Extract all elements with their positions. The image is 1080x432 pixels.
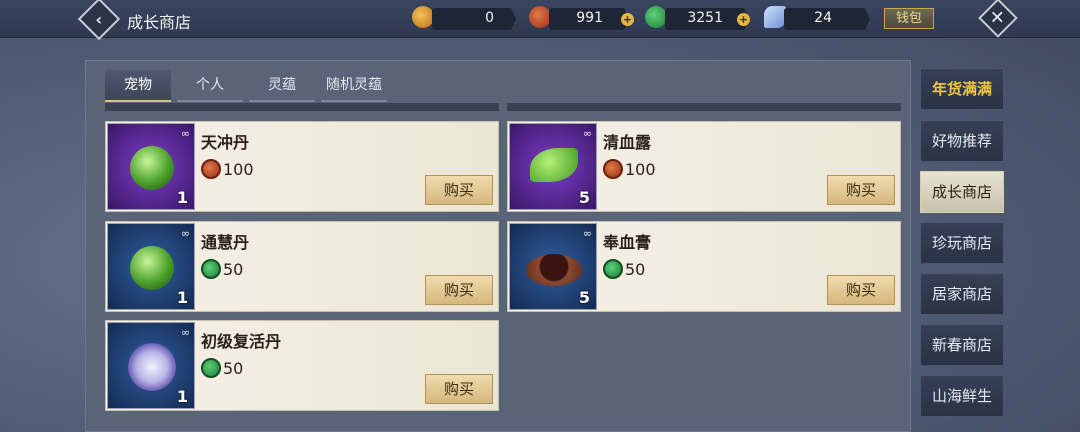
link-icon: ∞ [582,227,592,240]
sidebar-item-seafood[interactable]: 山海鲜生 [920,375,1004,417]
jade-coin-icon [603,259,623,279]
price-value: 100 [625,159,656,179]
item-name: 奉血膏 [603,233,652,252]
add-red-coin-button[interactable]: + [621,13,634,26]
sparkle-orb-icon [128,343,176,391]
tab-personal[interactable]: 个人 [177,70,243,102]
chevron-left-icon: ‹ [95,9,103,29]
add-jade-coin-button[interactable]: + [737,13,750,26]
top-bar: ‹ 成长商店 0 991 + 3251 + 24 钱包 ✕ [0,0,1080,41]
close-button[interactable]: ✕ [978,0,1018,38]
currency-crystal: 24 [784,8,870,30]
tab-lingyun[interactable]: 灵蕴 [249,70,315,102]
shop-item[interactable]: ∞ 5 奉血膏 50 购买 [507,221,901,312]
item-quantity: 1 [176,188,188,207]
shop-item[interactable]: ∞ 1 初级复活丹 50 购买 [105,320,499,411]
item-quantity: 1 [176,288,188,307]
item-price: 50 [201,358,243,378]
leaf-dew-icon [530,148,578,182]
currency-value: 3251 [687,10,723,26]
link-icon: ∞ [180,127,190,140]
buy-button[interactable]: 购买 [827,275,895,305]
red-coin-icon [201,159,221,179]
link-icon: ∞ [180,227,190,240]
item-price: 50 [603,259,645,279]
shop-item[interactable]: ∞ 5 清血露 100 购买 [507,121,901,212]
item-name: 天冲丹 [201,133,250,152]
item-name: 通慧丹 [201,233,250,252]
currency-value: 24 [814,10,832,26]
item-quantity: 5 [578,188,590,207]
shop-item[interactable]: ∞ 1 通慧丹 50 购买 [105,221,499,312]
shop-item[interactable]: ∞ 1 天冲丹 100 购买 [105,121,499,212]
item-price: 50 [201,259,243,279]
currency-value: 0 [485,10,494,26]
currency-red-coin: 991 [549,8,629,30]
link-icon: ∞ [180,326,190,339]
sidebar-item-recommended[interactable]: 好物推荐 [920,120,1004,162]
currency-gold-bell: 0 [432,8,516,30]
blood-bowl-icon [526,254,582,286]
tab-random-lingyun[interactable]: 随机灵蕴 [321,70,387,102]
price-value: 50 [223,358,244,378]
item-price: 100 [603,159,656,179]
buy-button[interactable]: 购买 [827,175,895,205]
close-icon: ✕ [990,7,1006,29]
red-coin-icon [529,6,551,28]
item-quantity: 5 [578,288,590,307]
tab-pets[interactable]: 宠物 [105,70,171,102]
item-name: 初级复活丹 [201,332,282,351]
jade-coin-icon [201,358,221,378]
wallet-button[interactable]: 钱包 [884,8,934,29]
item-quantity: 1 [176,387,188,406]
jade-coin-icon [201,259,221,279]
sidebar-item-spring-shop[interactable]: 新春商店 [920,324,1004,366]
jade-coin-icon [645,6,667,28]
red-coin-icon [603,159,623,179]
item-thumbnail: ∞ 1 [107,322,195,409]
buy-button[interactable]: 购买 [425,175,493,205]
link-icon: ∞ [582,127,592,140]
green-pill-icon [130,246,174,290]
category-tabs: 宠物 个人 灵蕴 随机灵蕴 [105,70,387,102]
scroll-edge [105,103,499,111]
currency-value: 991 [576,10,603,26]
price-value: 50 [625,259,646,279]
price-value: 50 [223,259,244,279]
item-name: 清血露 [603,133,652,152]
sidebar-item-home-shop[interactable]: 居家商店 [920,273,1004,315]
crystal-icon [764,6,786,28]
buy-button[interactable]: 购买 [425,374,493,404]
item-thumbnail: ∞ 5 [509,223,597,310]
green-pill-icon [130,146,174,190]
sidebar-item-new-year-goods[interactable]: 年货满满 [920,68,1004,110]
price-value: 100 [223,159,254,179]
page-title: 成长商店 [127,13,192,32]
back-button[interactable]: ‹ [77,0,121,41]
sidebar-item-growth-shop[interactable]: 成长商店 [920,171,1004,213]
scroll-edge [507,103,901,111]
item-thumbnail: ∞ 1 [107,223,195,310]
gold-bell-icon [412,6,434,28]
item-thumbnail: ∞ 5 [509,123,597,210]
item-price: 100 [201,159,254,179]
item-thumbnail: ∞ 1 [107,123,195,210]
buy-button[interactable]: 购买 [425,275,493,305]
sidebar-item-treasure-shop[interactable]: 珍玩商店 [920,222,1004,264]
